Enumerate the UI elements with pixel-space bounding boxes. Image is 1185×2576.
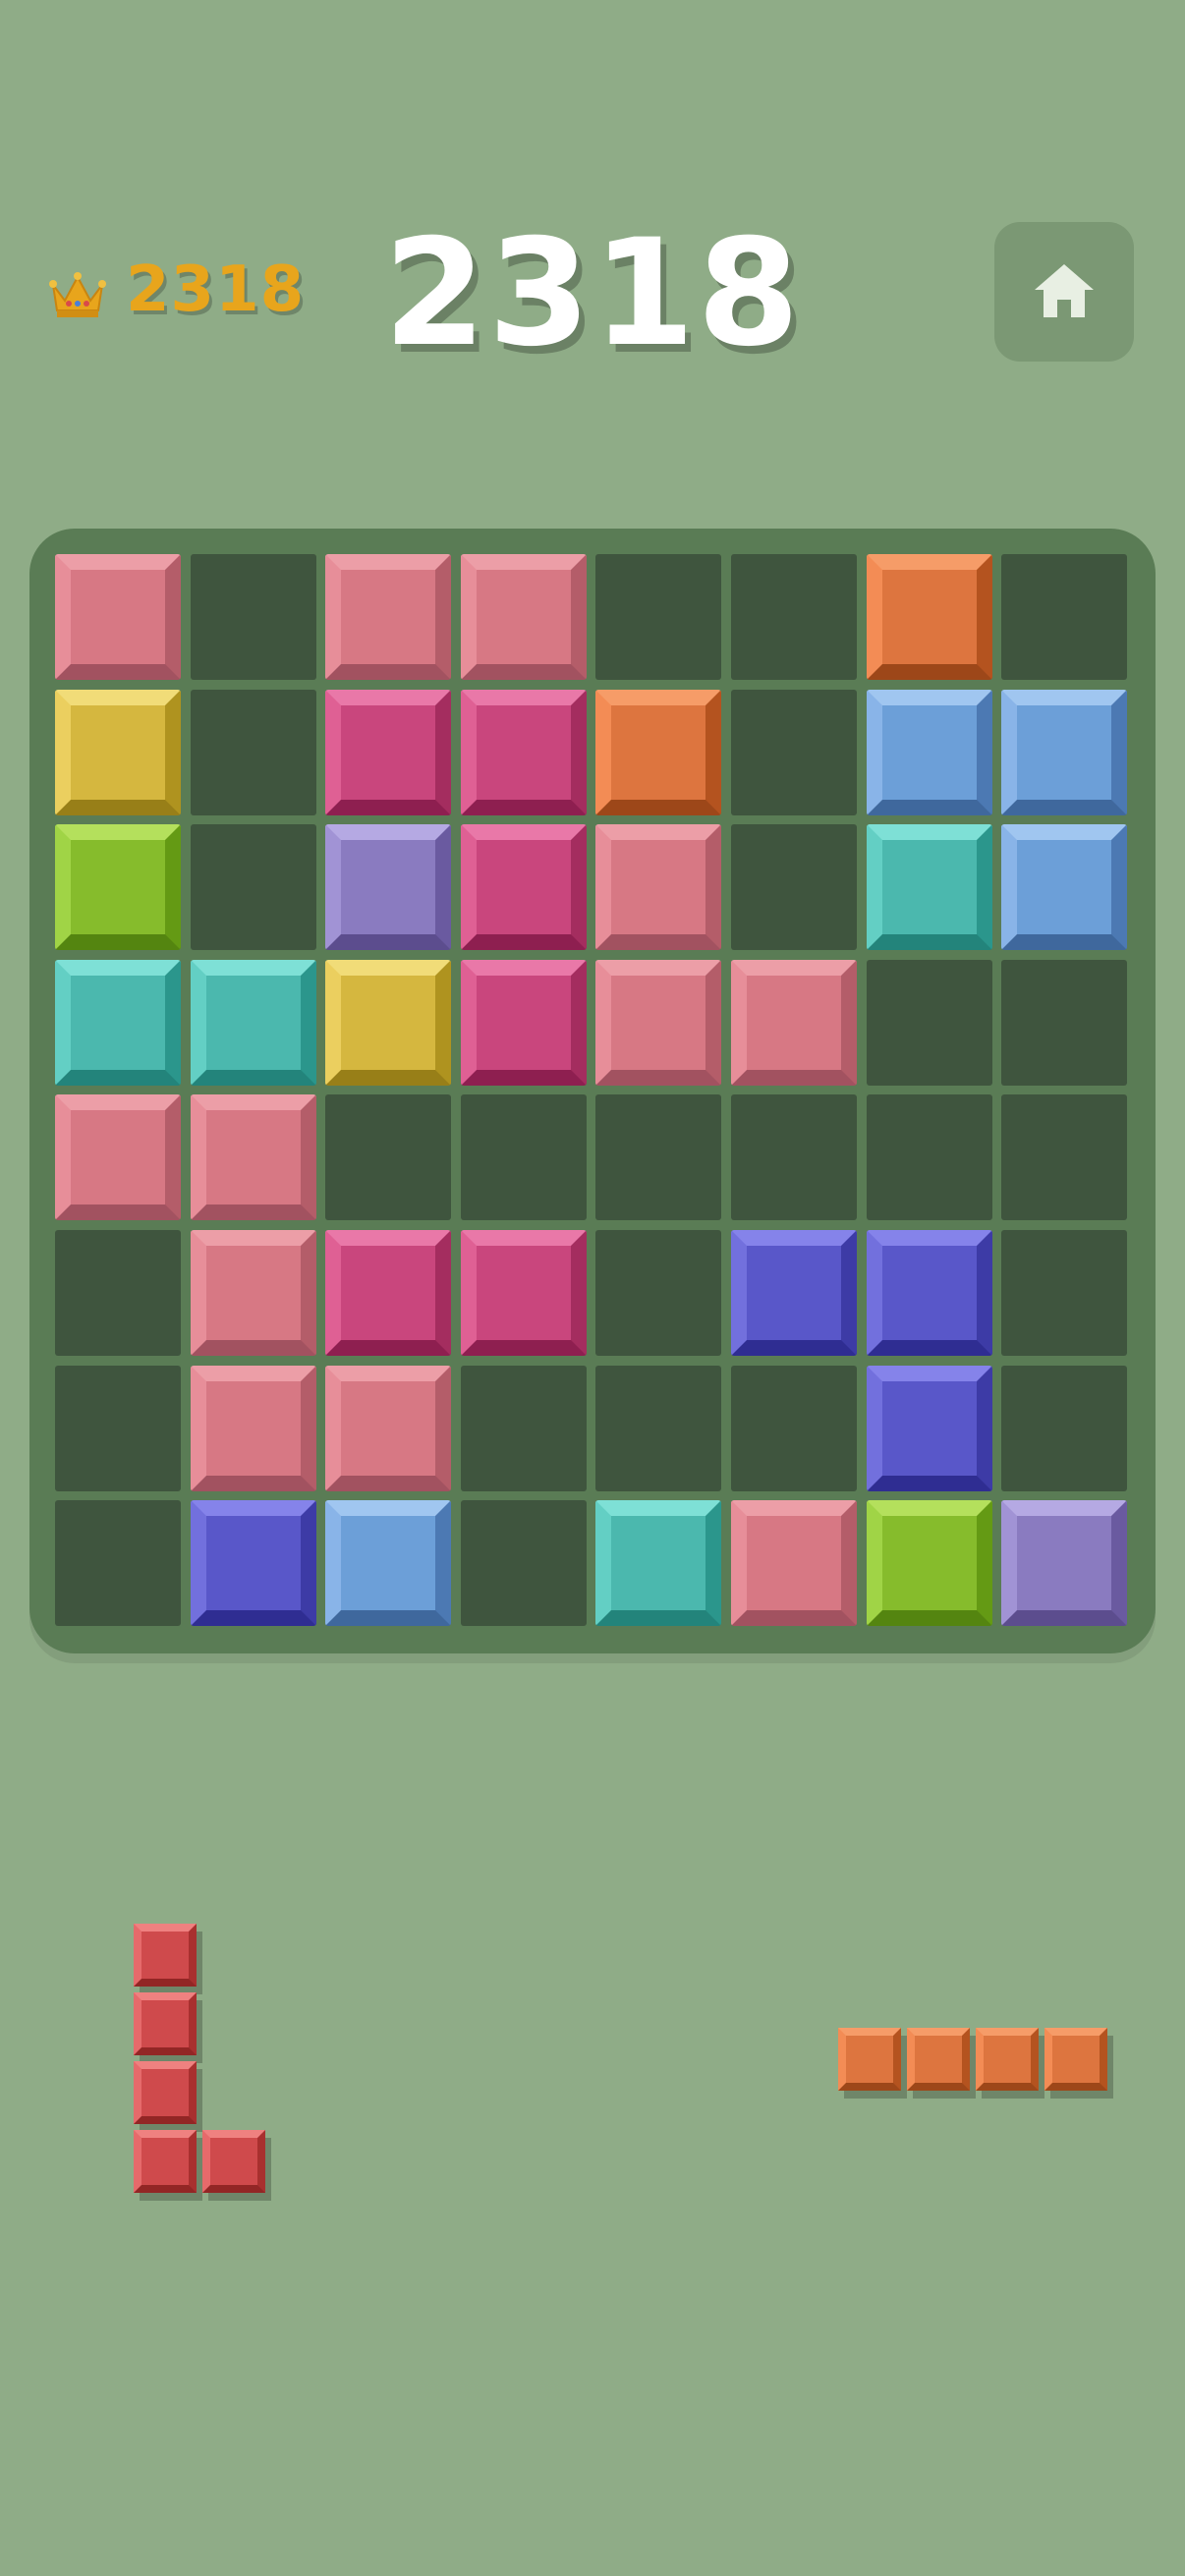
board-cell-empty[interactable] (461, 1500, 587, 1626)
board-cell-empty[interactable] (595, 1366, 721, 1491)
board-cell-empty[interactable] (595, 1230, 721, 1356)
board-block-magenta[interactable] (461, 690, 587, 815)
board-cell-empty[interactable] (731, 824, 857, 950)
board-block-green[interactable] (867, 1500, 992, 1626)
board-block-magenta[interactable] (325, 690, 451, 815)
board-cell-empty[interactable] (1001, 1366, 1127, 1491)
current-score: 2318 (383, 208, 802, 379)
board-cell-empty[interactable] (461, 1366, 587, 1491)
tray-piece-1-block[interactable] (202, 2130, 265, 2193)
board-block-pink[interactable] (55, 1094, 181, 1220)
board-block-orange[interactable] (595, 690, 721, 815)
board-block-pink[interactable] (325, 1366, 451, 1491)
tray-piece-1-block[interactable] (134, 1924, 197, 1987)
board-cell-empty[interactable] (731, 1094, 857, 1220)
board-block-blue[interactable] (325, 1500, 451, 1626)
board-cell-empty[interactable] (55, 1366, 181, 1491)
board-cell-empty[interactable] (191, 824, 316, 950)
tray-piece-2-block[interactable] (976, 2028, 1039, 2091)
board-cell-empty[interactable] (731, 554, 857, 680)
board-cell-empty[interactable] (731, 1366, 857, 1491)
board-block-teal[interactable] (55, 960, 181, 1086)
game-board[interactable] (29, 529, 1156, 1653)
tray-piece-2-block[interactable] (907, 2028, 970, 2091)
board-block-blue[interactable] (1001, 824, 1127, 950)
board-cell-empty[interactable] (325, 1094, 451, 1220)
board-block-magenta[interactable] (461, 824, 587, 950)
board-block-magenta[interactable] (461, 1230, 587, 1356)
board-cell-empty[interactable] (55, 1500, 181, 1626)
board-cell-empty[interactable] (191, 690, 316, 815)
tray-piece-1-block[interactable] (134, 1992, 197, 2055)
board-block-pink[interactable] (731, 960, 857, 1086)
board-block-pink[interactable] (731, 1500, 857, 1626)
board-block-pink[interactable] (55, 554, 181, 680)
board-cell-empty[interactable] (191, 554, 316, 680)
tray-piece-1-block[interactable] (134, 2130, 197, 2193)
board-block-pink[interactable] (461, 554, 587, 680)
board-cell-empty[interactable] (1001, 554, 1127, 680)
board-block-pink[interactable] (595, 824, 721, 950)
tray-piece-1-block[interactable] (134, 2061, 197, 2124)
tray-piece-2-block[interactable] (1044, 2028, 1107, 2091)
board-cell-empty[interactable] (1001, 1230, 1127, 1356)
board-block-pink[interactable] (191, 1366, 316, 1491)
board-cell-empty[interactable] (1001, 960, 1127, 1086)
board-block-indigo[interactable] (867, 1366, 992, 1491)
board-block-yellow[interactable] (325, 960, 451, 1086)
board-block-magenta[interactable] (325, 1230, 451, 1356)
board-block-magenta[interactable] (461, 960, 587, 1086)
home-icon (1035, 264, 1094, 317)
board-block-indigo[interactable] (867, 1230, 992, 1356)
board-block-indigo[interactable] (191, 1500, 316, 1626)
home-button[interactable] (994, 222, 1134, 362)
crown-icon (49, 272, 106, 317)
board-block-teal[interactable] (867, 824, 992, 950)
board-block-green[interactable] (55, 824, 181, 950)
board-block-teal[interactable] (595, 1500, 721, 1626)
best-score: 2318 (126, 253, 306, 326)
board-block-pink[interactable] (325, 554, 451, 680)
board-cell-empty[interactable] (595, 1094, 721, 1220)
board-cell-empty[interactable] (461, 1094, 587, 1220)
board-block-indigo[interactable] (731, 1230, 857, 1356)
board-block-teal[interactable] (191, 960, 316, 1086)
board-cell-empty[interactable] (867, 1094, 992, 1220)
board-block-pink[interactable] (191, 1230, 316, 1356)
board-block-yellow[interactable] (55, 690, 181, 815)
board-block-blue[interactable] (867, 690, 992, 815)
board-block-purple[interactable] (325, 824, 451, 950)
board-cell-empty[interactable] (867, 960, 992, 1086)
board-block-pink[interactable] (191, 1094, 316, 1220)
board-cell-empty[interactable] (55, 1230, 181, 1356)
board-cell-empty[interactable] (731, 690, 857, 815)
board-cell-empty[interactable] (1001, 1094, 1127, 1220)
tray-piece-2-block[interactable] (838, 2028, 901, 2091)
board-block-blue[interactable] (1001, 690, 1127, 815)
board-block-orange[interactable] (867, 554, 992, 680)
board-block-purple[interactable] (1001, 1500, 1127, 1626)
board-block-pink[interactable] (595, 960, 721, 1086)
board-cell-empty[interactable] (595, 554, 721, 680)
